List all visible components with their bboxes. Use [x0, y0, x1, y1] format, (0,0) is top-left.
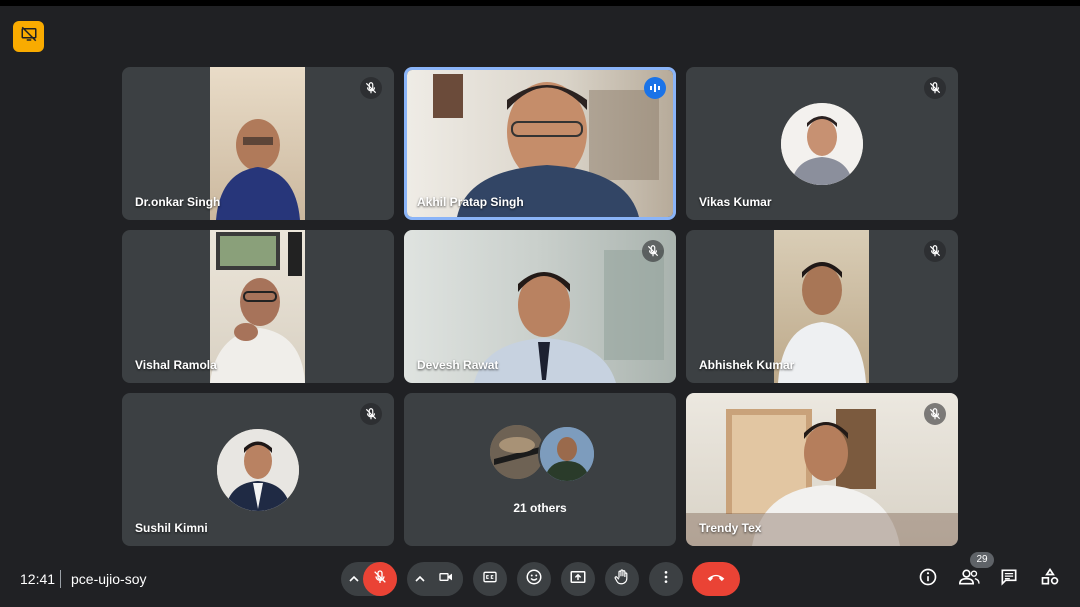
participant-name: Sushil Kimni — [135, 521, 208, 535]
raise-hand-icon — [613, 568, 631, 591]
captions-button[interactable] — [473, 562, 507, 596]
avatar — [217, 429, 299, 511]
participant-tile[interactable]: Sushil Kimni — [122, 393, 394, 546]
info-icon — [918, 567, 938, 592]
others-tile[interactable]: 21 others — [404, 393, 676, 546]
camera-icon — [438, 569, 454, 590]
mic-off-icon — [360, 77, 382, 99]
divider — [60, 570, 61, 588]
end-call-button[interactable] — [692, 562, 740, 596]
mic-off-icon — [360, 403, 382, 425]
more-options-button[interactable] — [649, 562, 683, 596]
chat-icon — [999, 567, 1019, 592]
participant-video — [210, 230, 305, 383]
raise-hand-button[interactable] — [605, 562, 639, 596]
mic-toggle-button[interactable] — [363, 562, 397, 596]
participant-name: Trendy Tex — [699, 521, 762, 535]
participant-name: Akhil Pratap Singh — [417, 195, 524, 209]
participant-tile[interactable]: Dr.onkar Singh — [122, 67, 394, 220]
presentation-off-badge[interactable] — [13, 21, 44, 52]
presentation-off-icon — [20, 25, 38, 48]
present-icon — [569, 568, 587, 591]
people-icon — [958, 567, 980, 592]
end-call-icon — [706, 567, 726, 592]
participant-name: Vishal Ramola — [135, 358, 217, 372]
people-button[interactable] — [957, 567, 981, 591]
participant-tile[interactable]: Vishal Ramola — [122, 230, 394, 383]
meeting-details-button[interactable] — [916, 567, 940, 591]
participant-video — [210, 67, 305, 220]
meeting-time: 12:41 — [20, 571, 56, 587]
others-label: 21 others — [513, 501, 567, 515]
emoji-icon — [525, 568, 543, 591]
mic-off-icon — [372, 569, 388, 590]
more-vert-icon — [658, 569, 674, 590]
activities-icon — [1040, 567, 1060, 592]
meeting-code[interactable]: pce-ujio-soy — [71, 571, 146, 587]
reactions-button[interactable] — [517, 562, 551, 596]
participant-tile[interactable]: Trendy Tex — [686, 393, 958, 546]
avatar — [781, 103, 863, 185]
control-bar: 12:41 pce-ujio-soy 29 — [0, 552, 1080, 607]
participant-tile-active-speaker[interactable]: Akhil Pratap Singh — [404, 67, 676, 220]
participant-tile[interactable]: Devesh Rawat — [404, 230, 676, 383]
participant-name: Vikas Kumar — [699, 195, 772, 209]
participant-tile[interactable]: Abhishek Kumar — [686, 230, 958, 383]
avatar — [490, 425, 544, 479]
camera-toggle-button[interactable] — [429, 562, 463, 596]
participant-name: Abhishek Kumar — [699, 358, 795, 372]
participant-name: Dr.onkar Singh — [135, 195, 221, 209]
mic-off-icon — [924, 77, 946, 99]
participant-name: Devesh Rawat — [417, 358, 499, 372]
mic-off-icon — [924, 240, 946, 262]
chat-button[interactable] — [997, 567, 1021, 591]
mic-off-icon — [642, 240, 664, 262]
participant-tile[interactable]: Vikas Kumar — [686, 67, 958, 220]
activities-button[interactable] — [1038, 567, 1062, 591]
present-button[interactable] — [561, 562, 595, 596]
captions-icon — [482, 569, 498, 590]
audio-level-icon — [644, 77, 666, 99]
mic-off-icon — [924, 403, 946, 425]
avatar — [538, 425, 596, 483]
top-strip — [0, 0, 1080, 6]
